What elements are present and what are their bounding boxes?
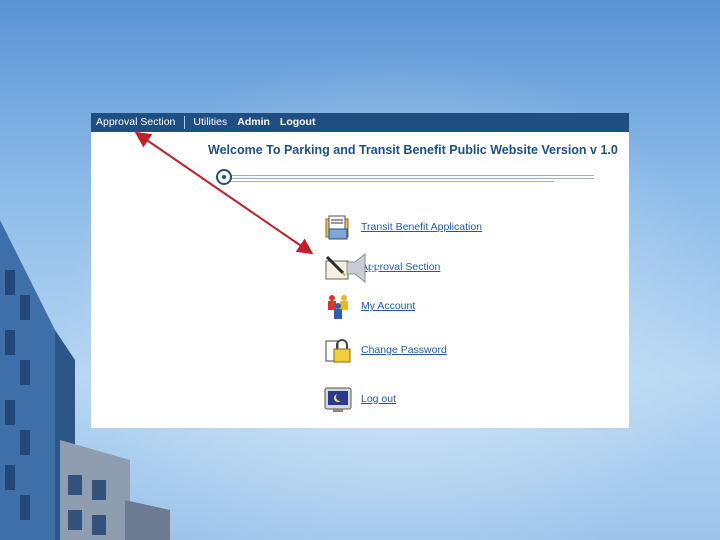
- audio-speaker-icon[interactable]: [343, 248, 383, 288]
- menu-row-my-account[interactable]: My Account: [323, 292, 583, 322]
- header-rule: [224, 178, 594, 179]
- link-transit-benefit-application[interactable]: Transit Benefit Application: [361, 221, 482, 233]
- menu-row-change-password[interactable]: Change Password: [323, 336, 583, 366]
- header-rule: [224, 175, 594, 176]
- menu-logout[interactable]: Logout: [275, 113, 321, 132]
- menu-utilities[interactable]: Utilities: [188, 113, 232, 132]
- lock-icon: [325, 339, 351, 363]
- monitor-moon-icon: [324, 387, 352, 412]
- top-menubar: Approval Section Utilities Admin Logout: [91, 113, 629, 132]
- menu-admin[interactable]: Admin: [232, 113, 275, 132]
- menu-separator: [184, 116, 186, 129]
- folder-document-icon: [325, 215, 349, 240]
- header-rule: [224, 181, 554, 182]
- menu-row-log-out[interactable]: Log out: [323, 385, 583, 415]
- people-icon: [328, 295, 348, 319]
- menu-row-transit-benefit[interactable]: Transit Benefit Application: [323, 213, 583, 243]
- menu-approval-section[interactable]: Approval Section: [96, 113, 181, 132]
- header-logo-bar: [216, 169, 596, 187]
- link-log-out[interactable]: Log out: [361, 393, 396, 405]
- agency-seal-icon: [216, 169, 232, 185]
- link-change-password[interactable]: Change Password: [361, 344, 447, 356]
- link-my-account[interactable]: My Account: [361, 300, 415, 312]
- page-title: Welcome To Parking and Transit Benefit P…: [208, 143, 618, 157]
